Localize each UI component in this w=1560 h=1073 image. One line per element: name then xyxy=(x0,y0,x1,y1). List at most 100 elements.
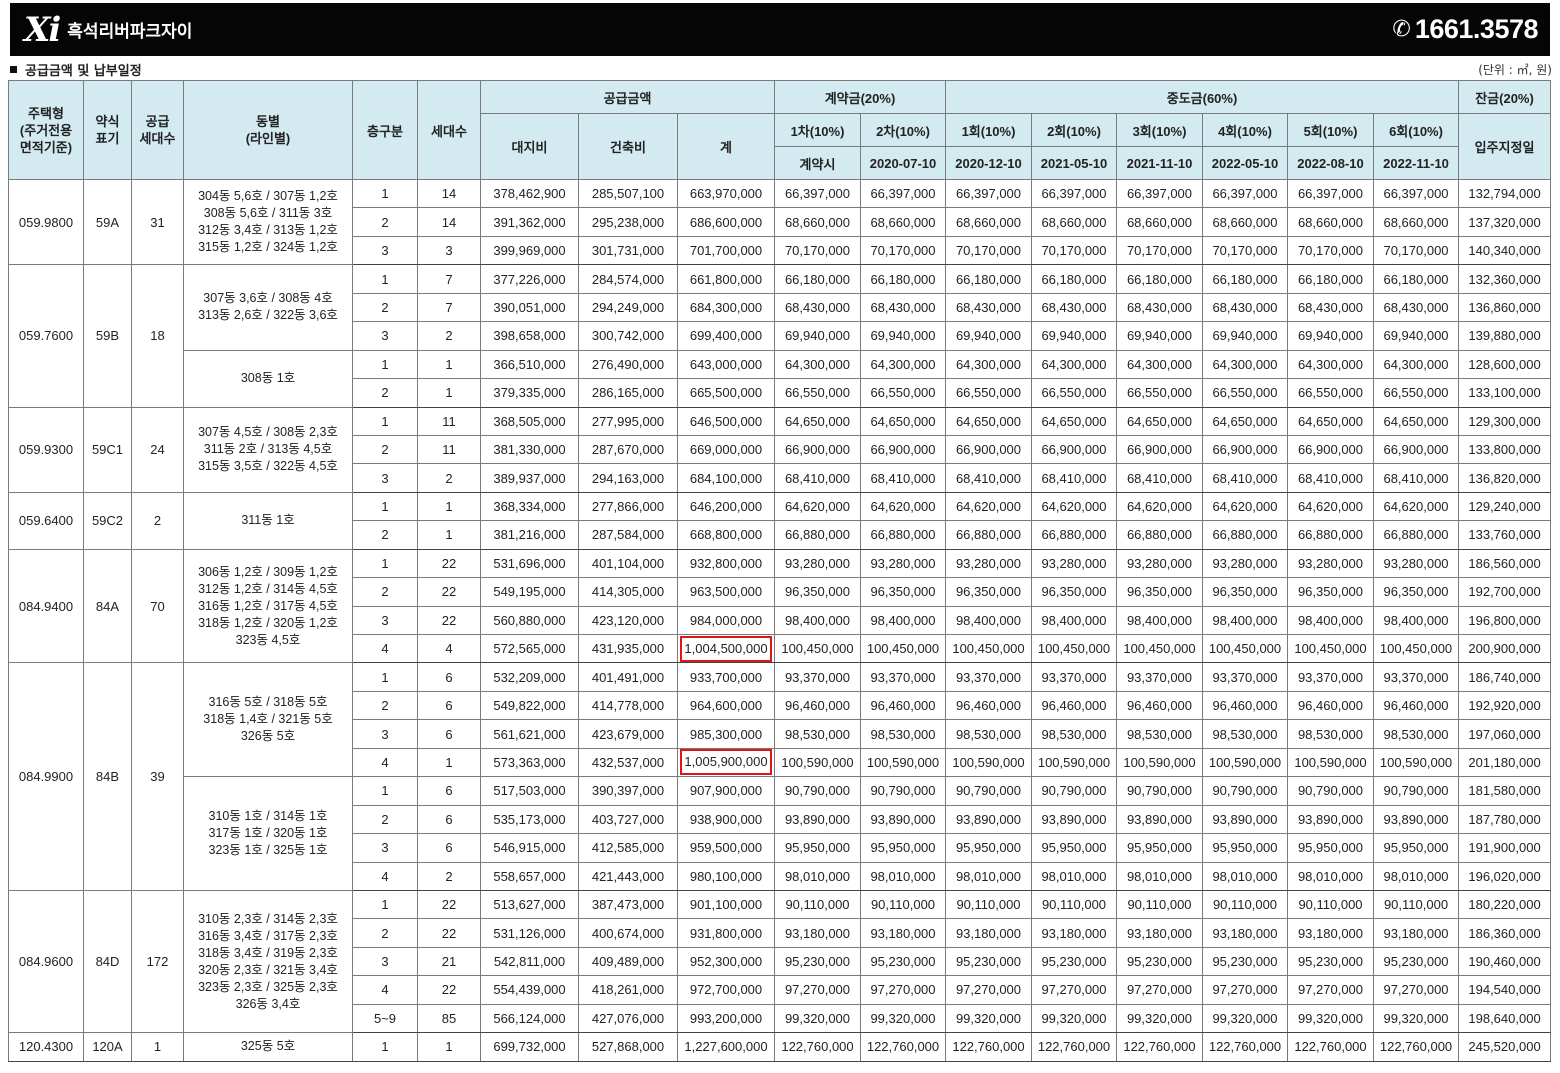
installment-cell: 69,940,000 xyxy=(1031,321,1117,351)
dong-line: 323동 1호 / 325동 1호 xyxy=(208,843,328,858)
table-row: 059.7600 59B 18 307동 3,6호 / 308동 4호 313동 2,6… xyxy=(8,264,1552,408)
installment-cell: 66,900,000 xyxy=(1287,434,1374,465)
land-cost-cell: 558,657,000 xyxy=(480,861,579,891)
installment-cell: 98,010,000 xyxy=(1031,861,1117,891)
land-cost-cell: 377,226,000 xyxy=(480,264,579,294)
dong-line: 323동 2,3호 / 325동 2,3호 xyxy=(198,979,338,994)
housing-type-cell: 059.9800 xyxy=(8,178,84,266)
balance-cell: 186,740,000 xyxy=(1458,662,1552,692)
dong-line: 315동 3,5호 / 322동 4,5호 xyxy=(198,459,338,474)
installment-cell: 93,280,000 xyxy=(1202,548,1288,579)
total-cell: 901,100,000 xyxy=(677,889,775,920)
installment-cell: 70,170,000 xyxy=(1116,235,1203,266)
installment-cell: 64,650,000 xyxy=(1287,406,1374,436)
land-cost-cell: 546,915,000 xyxy=(480,833,579,863)
installment-cell: 95,230,000 xyxy=(774,946,861,977)
land-cost-cell: 379,335,000 xyxy=(480,378,579,408)
installment-cell: 66,397,000 xyxy=(1031,178,1117,209)
middle-3-date: 2021-11-10 xyxy=(1116,146,1203,180)
contract-1-header: 1차(10%) xyxy=(774,113,861,147)
installment-cell: 93,370,000 xyxy=(1372,662,1460,692)
installment-cell: 66,397,000 xyxy=(1202,178,1288,209)
installment-cell: 69,940,000 xyxy=(945,321,1032,351)
dong-line: 312동 3,4호 / 313동 1,2호 xyxy=(198,223,338,238)
installment-cell: 66,397,000 xyxy=(1287,178,1374,209)
dong-line: 306동 1,2호 / 309동 1,2호 xyxy=(198,564,338,579)
total-cell: 984,000,000 xyxy=(677,605,775,636)
units-cell: 14 xyxy=(417,207,481,237)
dong-line: 307동 3,6호 / 308동 4호 xyxy=(203,291,333,306)
installment-cell: 98,530,000 xyxy=(1116,719,1203,749)
building-cost-cell: 387,473,000 xyxy=(578,889,678,920)
installment-cell: 64,300,000 xyxy=(1202,349,1288,380)
total-cell: 646,200,000 xyxy=(677,491,775,522)
land-cost-cell: 531,126,000 xyxy=(480,918,579,948)
abbr-cell: 59B xyxy=(83,264,132,408)
total-cell: 1,004,500,000 xyxy=(677,633,775,664)
building-cost-cell: 277,866,000 xyxy=(578,491,678,522)
installment-cell: 99,320,000 xyxy=(1116,1003,1203,1034)
table-header: 주택형 (주거전용 면적기준) 약식 표기 공급 세대수 동별 (라인별) 층구분 세대수… xyxy=(8,80,1552,180)
price-schedule-table: 주택형 (주거전용 면적기준) 약식 표기 공급 세대수 동별 (라인별) 층구분 세대수… xyxy=(8,80,1552,1062)
installment-cell: 122,760,000 xyxy=(1116,1032,1203,1062)
abbr-cell: 84D xyxy=(83,889,132,1034)
installment-cell: 99,320,000 xyxy=(1287,1003,1374,1034)
installment-cell: 98,010,000 xyxy=(1116,861,1203,891)
units-header: 세대수 xyxy=(417,80,481,180)
floor-cell: 2 xyxy=(352,690,418,721)
table-row: 059.9300 59C1 24 307동 4,5호 / 308동 2,3호 311동 … xyxy=(8,406,1552,493)
installment-cell: 99,320,000 xyxy=(774,1003,861,1034)
installment-cell: 93,890,000 xyxy=(1372,804,1460,835)
balance-cell: 137,320,000 xyxy=(1458,207,1552,237)
installment-cell: 93,180,000 xyxy=(1372,918,1460,948)
installment-cell: 64,300,000 xyxy=(1031,349,1117,380)
units-cell: 22 xyxy=(417,918,481,948)
installment-cell: 68,660,000 xyxy=(1116,207,1203,237)
land-cost-cell: 381,216,000 xyxy=(480,520,579,550)
balance-cell: 194,540,000 xyxy=(1458,975,1552,1005)
floor-cell: 4 xyxy=(352,861,418,891)
floor-cell: 2 xyxy=(352,378,418,408)
building-cost-cell: 412,585,000 xyxy=(578,833,678,863)
dong-line: 311동 2호 / 313동 4,5호 xyxy=(203,442,333,457)
installment-cell: 93,280,000 xyxy=(1287,548,1374,579)
installment-cell: 68,430,000 xyxy=(774,292,861,323)
land-cost-cell: 532,209,000 xyxy=(480,662,579,692)
floor-cell: 3 xyxy=(352,463,418,493)
installment-cell: 93,370,000 xyxy=(774,662,861,692)
installment-cell: 90,110,000 xyxy=(1116,889,1203,920)
installment-cell: 100,450,000 xyxy=(1372,633,1460,664)
installment-cell: 96,460,000 xyxy=(860,690,946,721)
installment-cell: 93,370,000 xyxy=(860,662,946,692)
xi-logo: Xi xyxy=(24,9,61,50)
supply-units-cell: 1 xyxy=(131,1032,184,1062)
phone-contact[interactable]: ✆ 1661.3578 xyxy=(1392,14,1538,45)
balance-cell: 186,360,000 xyxy=(1458,918,1552,948)
installment-cell: 95,230,000 xyxy=(1287,946,1374,977)
installment-cell: 96,460,000 xyxy=(774,690,861,721)
installment-cell: 100,590,000 xyxy=(945,747,1032,778)
installment-cell: 95,950,000 xyxy=(1031,833,1117,863)
dong-line: 316동 5호 / 318동 5호 xyxy=(208,695,328,710)
installment-cell: 96,460,000 xyxy=(945,690,1032,721)
supply-units-cell: 31 xyxy=(131,178,184,266)
installment-cell: 96,460,000 xyxy=(1287,690,1374,721)
installment-cell: 90,790,000 xyxy=(945,776,1032,806)
housing-type-cell: 084.9900 xyxy=(8,662,84,891)
balance-cell: 186,560,000 xyxy=(1458,548,1552,579)
installment-cell: 98,530,000 xyxy=(860,719,946,749)
building-cost-cell: 287,670,000 xyxy=(578,434,678,465)
dong-line: 308동 5,6호 / 311동 3호 xyxy=(203,206,333,221)
installment-cell: 97,270,000 xyxy=(1287,975,1374,1005)
units-cell: 3 xyxy=(417,235,481,266)
installment-cell: 96,350,000 xyxy=(1287,577,1374,607)
contract-1-date: 계약시 xyxy=(774,146,861,180)
land-cost-header: 대지비 xyxy=(480,113,579,180)
total-cell: 1,227,600,000 xyxy=(677,1032,775,1062)
building-cost-cell: 300,742,000 xyxy=(578,321,678,351)
installment-cell: 66,900,000 xyxy=(1372,434,1460,465)
middle-1-date: 2020-12-10 xyxy=(945,146,1032,180)
floor-cell: 3 xyxy=(352,235,418,266)
building-cost-cell: 401,491,000 xyxy=(578,662,678,692)
land-cost-cell: 517,503,000 xyxy=(480,776,579,806)
